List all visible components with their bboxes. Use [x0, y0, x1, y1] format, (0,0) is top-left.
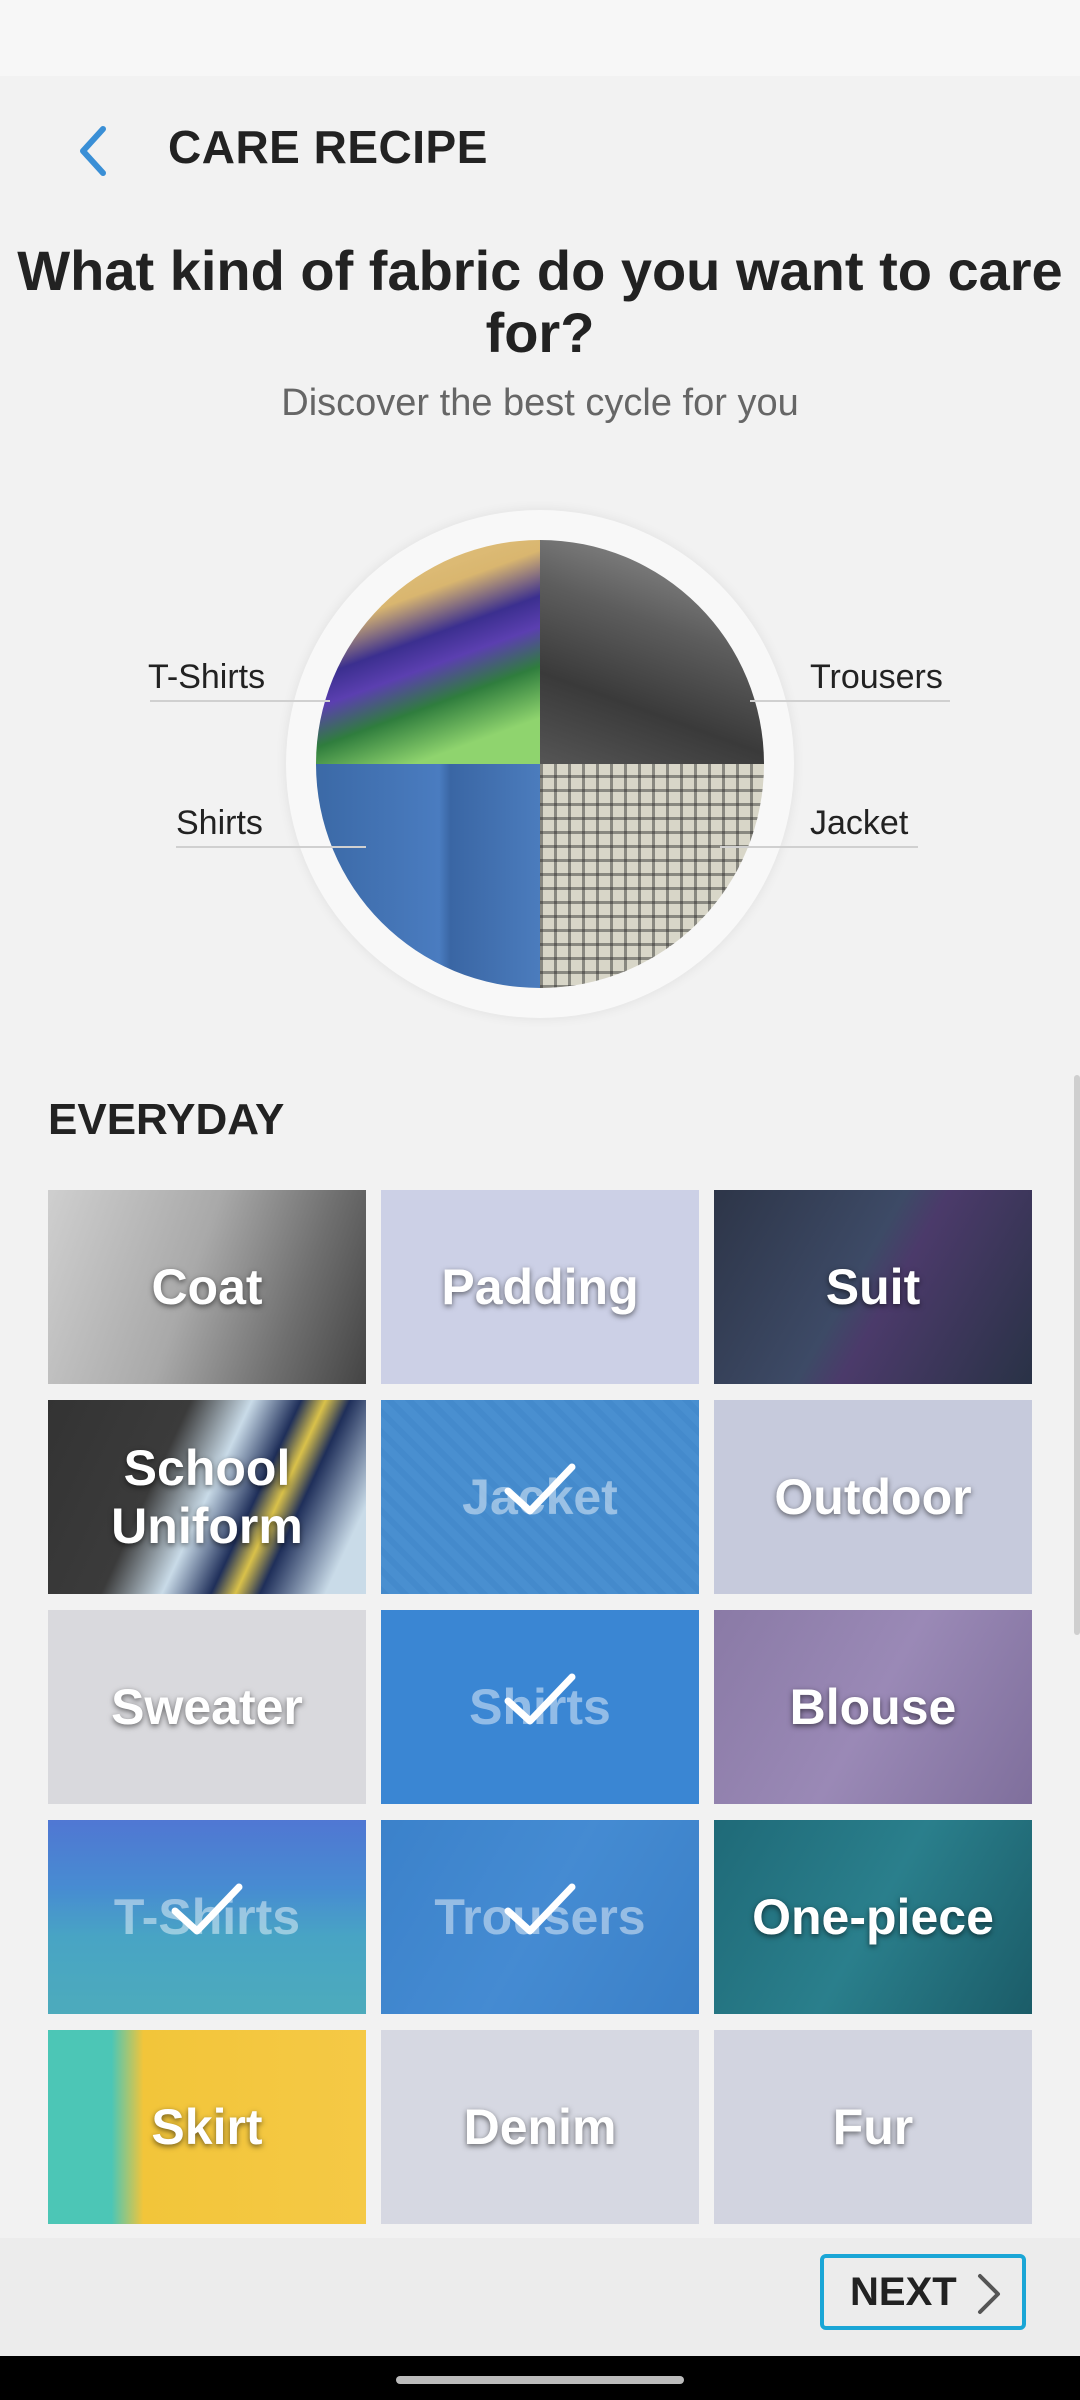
trousers-quadrant — [540, 540, 764, 764]
checkmark-icon — [504, 1673, 576, 1725]
tile-label: Padding — [441, 1259, 639, 1315]
tile-label: Fur — [832, 2099, 914, 2155]
tile-jacket[interactable]: Jacket — [381, 1400, 699, 1594]
tile-padding[interactable]: Padding — [381, 1190, 699, 1384]
tile-label: Blouse — [789, 1679, 957, 1735]
checkmark-icon — [171, 1883, 243, 1935]
fabric-circle-image — [316, 540, 764, 988]
tile-label: School Uniform — [111, 1440, 303, 1554]
jacket-leader-line — [720, 846, 918, 848]
tile-sweater[interactable]: Sweater — [48, 1610, 366, 1804]
tshirts-leader-line — [150, 700, 330, 702]
tile-label: Skirt — [151, 2099, 263, 2155]
page-title: CARE RECIPE — [168, 121, 488, 173]
pie-label-tshirts: T-Shirts — [148, 658, 266, 696]
tile-suit[interactable]: Suit — [714, 1190, 1032, 1384]
pie-label-trousers: Trousers — [810, 658, 943, 696]
pie-label-shirts: Shirts — [176, 804, 263, 842]
tile-shirts[interactable]: Shirts — [381, 1610, 699, 1804]
app-header: CARE RECIPE — [0, 76, 1080, 216]
tile-coat[interactable]: Coat — [48, 1190, 366, 1384]
tile-denim[interactable]: Denim — [381, 2030, 699, 2224]
scrollbar[interactable] — [1074, 1075, 1080, 1635]
pie-label-jacket: Jacket — [810, 804, 909, 842]
tile-label: Suit — [825, 1259, 921, 1315]
tile-label: Denim — [463, 2099, 617, 2155]
tile-label: Outdoor — [774, 1469, 972, 1525]
trousers-leader-line — [750, 700, 950, 702]
section-title-everyday: EVERYDAY — [48, 1095, 285, 1144]
jacket-quadrant — [540, 764, 764, 988]
checkmark-icon — [504, 1463, 576, 1515]
shirts-leader-line — [176, 846, 366, 848]
checkmark-icon — [504, 1883, 576, 1935]
tshirts-quadrant — [316, 540, 540, 764]
question-subtitle: Discover the best cycle for you — [281, 382, 799, 424]
tile-one-piece[interactable]: One-piece — [714, 1820, 1032, 2014]
chevron-right-icon — [978, 2274, 1000, 2314]
back-button[interactable] — [58, 116, 128, 186]
system-nav-bar — [0, 2356, 1080, 2400]
tile-skirt[interactable]: Skirt — [48, 2030, 366, 2224]
tile-label: One-piece — [752, 1889, 994, 1945]
tile-trousers[interactable]: Trousers — [381, 1820, 699, 2014]
tile-label: Sweater — [111, 1679, 303, 1735]
tile-label: Coat — [151, 1259, 263, 1315]
status-bar — [0, 0, 1080, 76]
next-button[interactable]: NEXT — [820, 2254, 1026, 2330]
shirts-quadrant — [316, 764, 540, 988]
chevron-left-icon — [80, 126, 106, 176]
tile-fur[interactable]: Fur — [714, 2030, 1032, 2224]
question-heading: What kind of fabric do you want to care … — [17, 239, 1063, 364]
tile-school-uniform[interactable]: School Uniform — [48, 1400, 366, 1594]
tile-outdoor[interactable]: Outdoor — [714, 1400, 1032, 1594]
next-label: NEXT — [850, 2269, 957, 2314]
bottom-bar: NEXT — [0, 2238, 1080, 2356]
tile-blouse[interactable]: Blouse — [714, 1610, 1032, 1804]
home-indicator[interactable] — [396, 2376, 684, 2384]
tile-tshirts[interactable]: T-Shirts — [48, 1820, 366, 2014]
